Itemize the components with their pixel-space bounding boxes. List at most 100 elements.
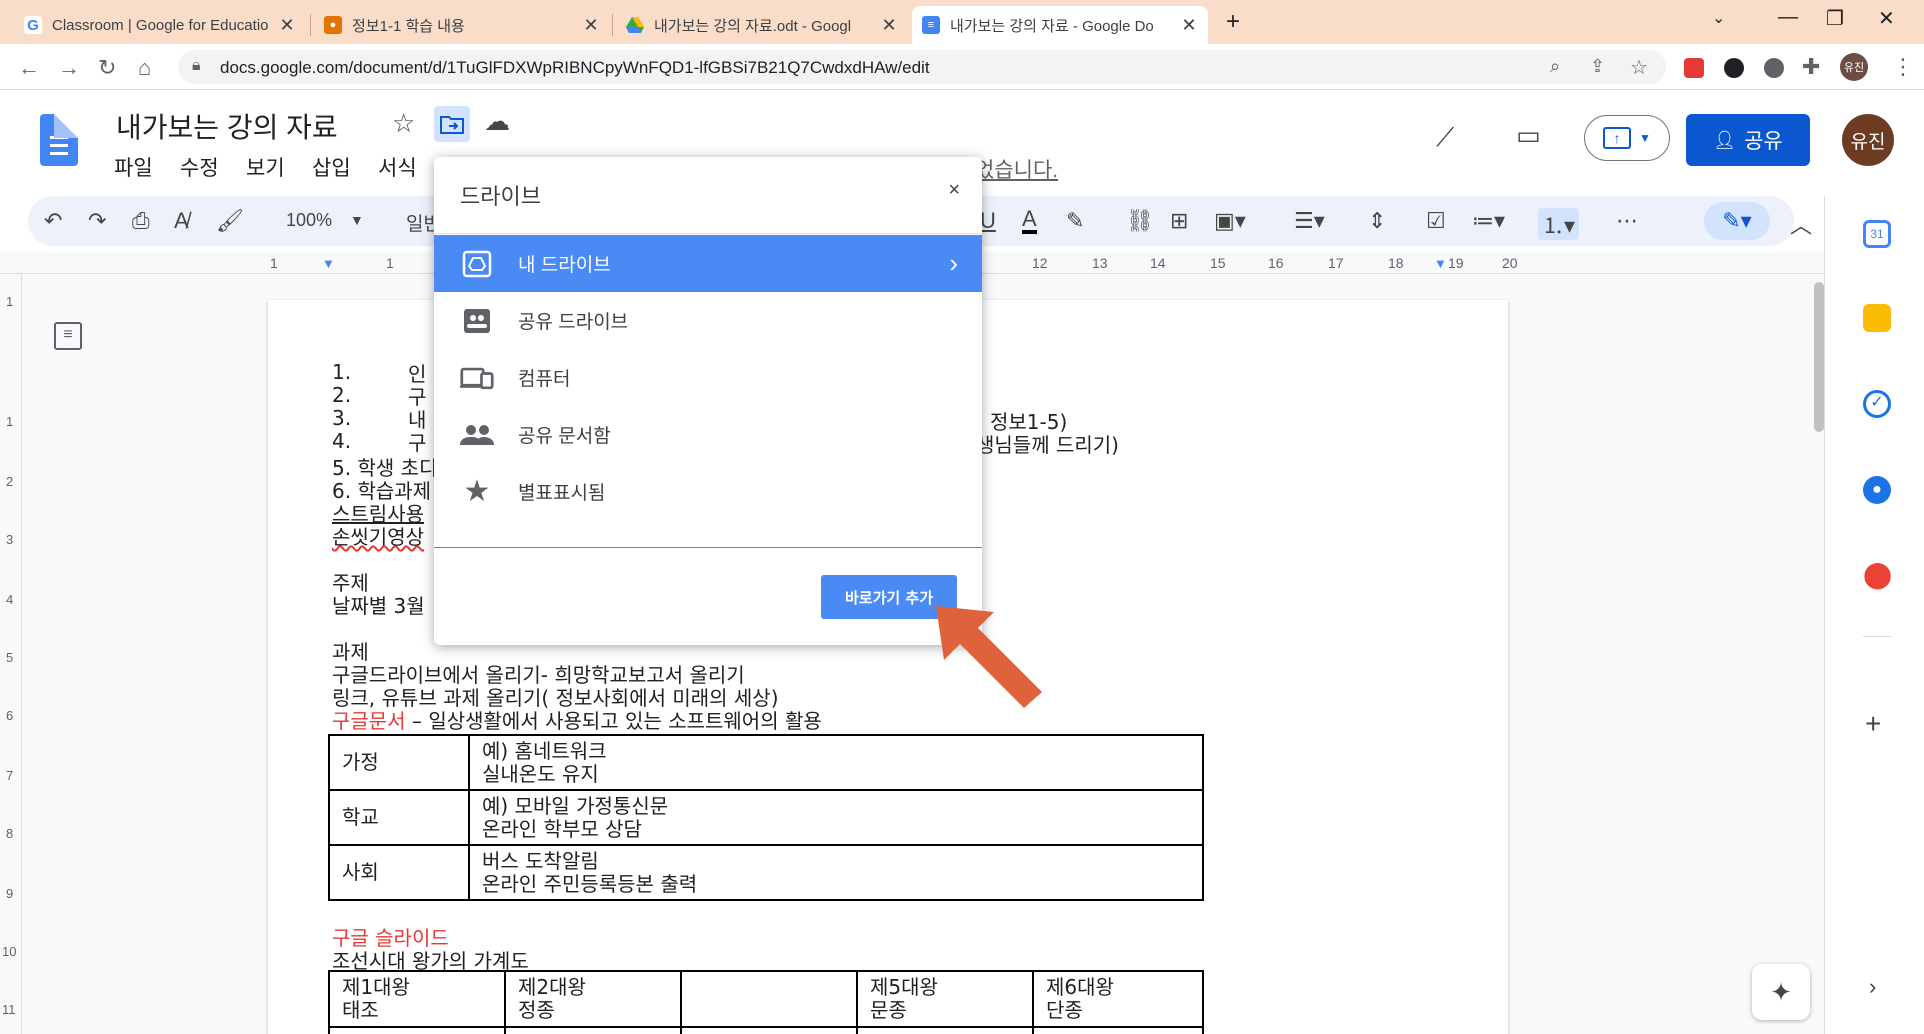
- explore-sparkle-button[interactable]: ✦: [1752, 964, 1810, 1020]
- numbered-list-icon[interactable]: ⒈▾: [1538, 208, 1580, 240]
- close-window-icon[interactable]: ✕: [1878, 6, 1895, 31]
- align-icon[interactable]: ☰▾: [1294, 208, 1325, 234]
- dialog-item-my-drive[interactable]: 내 드라이브 ›: [434, 235, 982, 292]
- link-icon[interactable]: ⛓︎: [1126, 208, 1154, 234]
- dialog-item-starred[interactable]: ★ 별표표시됨: [434, 463, 982, 520]
- reload-icon[interactable]: ↻: [98, 55, 116, 81]
- tab-separator: [310, 14, 311, 36]
- more-menu-icon[interactable]: ⋮: [1892, 54, 1914, 80]
- ruler-number: 16: [1268, 255, 1284, 271]
- browser-tab-strip: G Classroom | Google for Educatio ✕ ● 정보…: [0, 0, 1924, 44]
- omnibox[interactable]: 🔒︎ docs.google.com/document/d/1TuGlFDXWp…: [178, 50, 1666, 84]
- menu-edit[interactable]: 수정: [180, 152, 219, 182]
- present-button[interactable]: ↑ ▼: [1584, 115, 1670, 161]
- account-avatar[interactable]: 유진: [1842, 114, 1894, 166]
- share-button[interactable]: 👤︎ 공유: [1686, 114, 1810, 166]
- zoom-select[interactable]: 100%: [286, 210, 332, 231]
- star-icon[interactable]: ☆: [392, 108, 415, 139]
- back-icon[interactable]: ←: [18, 55, 40, 81]
- collapse-panel-icon[interactable]: ›: [1869, 974, 1876, 1000]
- close-tab-icon[interactable]: ✕: [582, 15, 600, 36]
- bookmark-star-icon[interactable]: ☆: [1630, 55, 1648, 80]
- extension-icon[interactable]: [1684, 58, 1704, 78]
- puzzle-icon[interactable]: ✚: [1802, 54, 1820, 80]
- vertical-ruler: 1 1 2 3 4 5 6 7 8 9 10 11: [0, 274, 22, 1034]
- dialog-item-label: 공유 드라이브: [518, 312, 629, 333]
- highlight-icon[interactable]: ✎: [1066, 208, 1084, 234]
- ruler-number: 19: [1448, 255, 1464, 271]
- ruler-number: 20: [1502, 255, 1518, 271]
- keep-icon[interactable]: [1863, 304, 1891, 332]
- browser-tab-active[interactable]: ≡ 내가보는 강의 자료 - Google Do ✕: [912, 6, 1208, 44]
- docs-logo-icon[interactable]: [40, 114, 78, 166]
- paint-format-icon[interactable]: 🖌︎: [216, 208, 244, 234]
- doc-link[interactable]: 손씻기영상: [332, 521, 424, 550]
- browser-tab[interactable]: ● 정보1-1 학습 내용 ✕: [314, 6, 610, 44]
- redo-icon[interactable]: ↷: [88, 208, 106, 234]
- dialog-item-computers[interactable]: 컴퓨터: [434, 349, 982, 406]
- text-color-icon[interactable]: A: [1022, 208, 1037, 234]
- close-tab-icon[interactable]: ✕: [880, 15, 898, 36]
- menu-insert[interactable]: 삽입: [312, 152, 351, 182]
- minimize-icon[interactable]: —: [1778, 6, 1798, 29]
- add-comment-icon[interactable]: ⊞: [1170, 208, 1188, 234]
- more-options-icon[interactable]: ⋯: [1616, 208, 1638, 234]
- comments-icon[interactable]: ▭: [1516, 120, 1541, 151]
- cell-text: 제2대왕: [518, 975, 586, 999]
- menu-format[interactable]: 서식: [378, 152, 417, 182]
- table-cell: 사회: [328, 844, 470, 901]
- chevron-right-icon[interactable]: ›: [949, 248, 958, 279]
- royal-family-table: 제1대왕 태조 제2대왕 정종 제5대왕 문종 제6대왕 단종: [328, 970, 1204, 1034]
- maximize-icon[interactable]: ❐: [1826, 6, 1844, 31]
- share-page-icon[interactable]: ⇪: [1590, 56, 1605, 77]
- close-tab-icon[interactable]: ✕: [1180, 15, 1198, 36]
- activity-trend-icon[interactable]: ⟋: [1436, 122, 1454, 154]
- tab-search-icon[interactable]: ⌄: [1712, 8, 1725, 28]
- ruler-number: 8: [6, 826, 14, 841]
- checklist-icon[interactable]: ☑: [1426, 208, 1446, 234]
- scrollbar-thumb[interactable]: [1814, 282, 1824, 432]
- browser-tab[interactable]: G Classroom | Google for Educatio ✕: [14, 6, 306, 44]
- document-title[interactable]: 내가보는 강의 자료: [116, 106, 338, 146]
- cell-text: 단종: [1046, 998, 1083, 1022]
- print-icon[interactable]: ⎙: [132, 208, 150, 234]
- table-cell: [680, 1026, 858, 1034]
- extension-icon[interactable]: [1764, 58, 1784, 78]
- add-addon-icon[interactable]: +: [1865, 708, 1881, 740]
- indent-marker-icon[interactable]: ▼: [322, 256, 335, 271]
- list-number: 1.: [332, 360, 352, 384]
- close-icon[interactable]: ×: [948, 179, 960, 202]
- profile-avatar[interactable]: 유진: [1840, 53, 1868, 81]
- menu-file[interactable]: 파일: [114, 152, 153, 182]
- outline-icon[interactable]: ≡: [54, 322, 82, 350]
- zoom-icon[interactable]: ⌕: [1550, 56, 1560, 77]
- undo-icon[interactable]: ↶: [44, 208, 62, 234]
- insert-image-icon[interactable]: ▣▾: [1214, 208, 1246, 234]
- table-row: 제1대왕 태조 제2대왕 정종 제5대왕 문종 제6대왕 단종: [328, 970, 1204, 1028]
- dialog-item-shared-drives[interactable]: 공유 드라이브: [434, 292, 982, 349]
- contacts-icon[interactable]: ●: [1863, 476, 1891, 504]
- collapse-icon[interactable]: ︿: [1790, 208, 1812, 240]
- right-indent-marker-icon[interactable]: ▼: [1434, 256, 1447, 271]
- underline-icon[interactable]: U: [980, 208, 996, 234]
- extension-icon[interactable]: [1724, 58, 1744, 78]
- browser-tab[interactable]: 내가보는 강의 자료.odt - Googl ✕: [616, 6, 908, 44]
- home-icon[interactable]: ⌂: [138, 55, 151, 81]
- editing-mode-icon[interactable]: ✎▾: [1704, 202, 1770, 240]
- menu-view[interactable]: 보기: [246, 152, 285, 182]
- spellcheck-icon[interactable]: A̸: [174, 208, 189, 234]
- move-folder-icon[interactable]: [434, 106, 470, 142]
- forward-icon[interactable]: →: [58, 55, 80, 81]
- calendar-icon[interactable]: 31: [1863, 220, 1891, 248]
- chevron-down-icon[interactable]: ▼: [350, 212, 364, 228]
- last-edit-link[interactable]: 었습니다.: [975, 154, 1058, 184]
- maps-icon[interactable]: ⬤: [1863, 560, 1892, 588]
- cloud-status-icon[interactable]: ☁︎: [484, 106, 510, 137]
- dialog-item-shared-with-me[interactable]: 공유 문서함: [434, 406, 982, 463]
- bullet-list-icon[interactable]: ≔▾: [1472, 208, 1505, 234]
- line-spacing-icon[interactable]: ⇕: [1368, 208, 1386, 234]
- close-tab-icon[interactable]: ✕: [278, 15, 296, 36]
- table-cell: [1032, 1026, 1204, 1034]
- new-tab-button[interactable]: +: [1226, 8, 1240, 36]
- tasks-icon[interactable]: ✓: [1863, 390, 1891, 418]
